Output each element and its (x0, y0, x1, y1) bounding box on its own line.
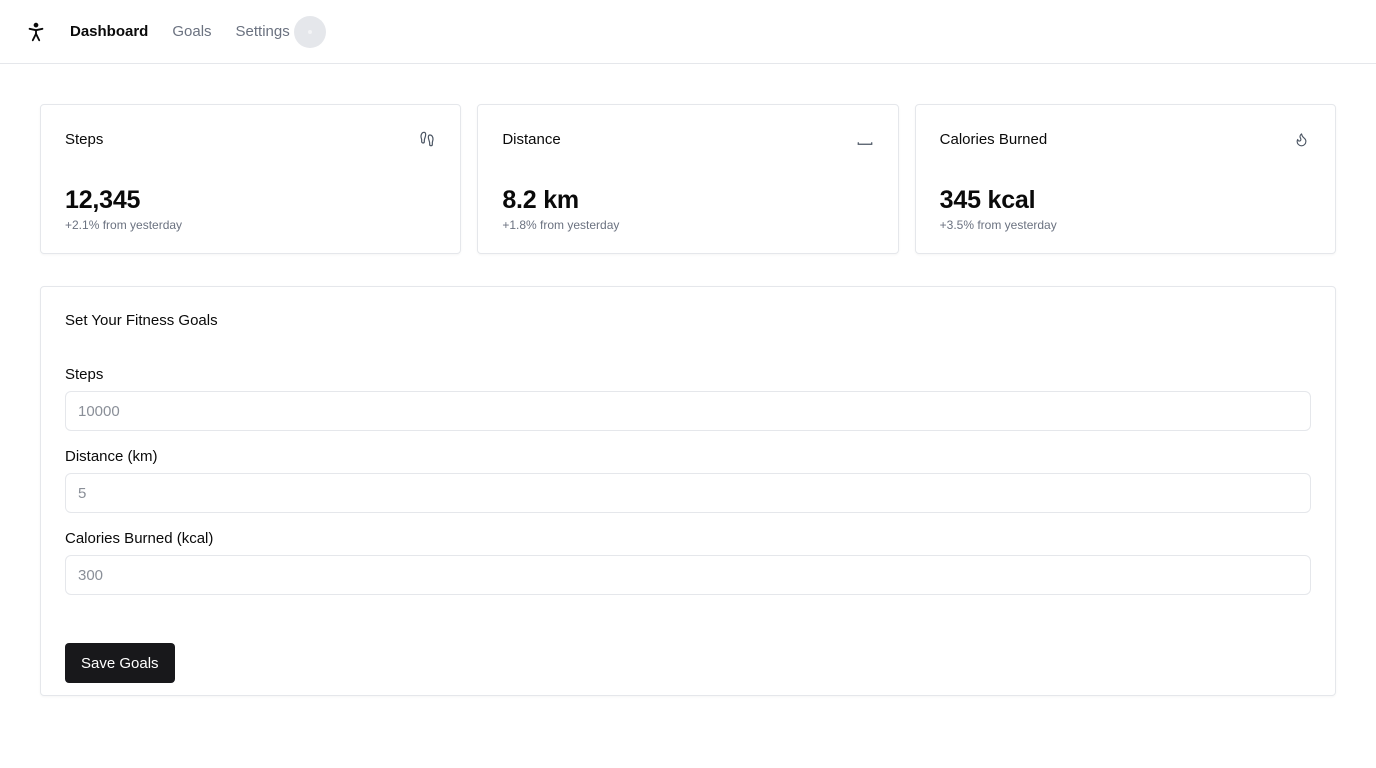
calories-change: +3.5% from yesterday (939, 218, 1057, 232)
nav-dashboard[interactable]: Dashboard (70, 23, 148, 40)
goals-form-title: Set Your Fitness Goals (65, 312, 218, 329)
distance-goal-input[interactable] (65, 473, 1311, 513)
distance-goal-field: Distance (km) (65, 447, 1311, 513)
footprints-icon (418, 130, 436, 148)
nav-settings[interactable]: Settings (236, 23, 290, 40)
steps-change: +2.1% from yesterday (65, 218, 183, 232)
steps-goal-input[interactable] (65, 391, 1311, 431)
calories-value: 345 kcal (939, 186, 1036, 214)
avatar[interactable] (293, 15, 326, 48)
save-goals-button[interactable]: Save Goals (65, 643, 175, 683)
steps-goal-label: Steps (65, 366, 104, 383)
calories-card-title: Calories Burned (939, 130, 1048, 148)
distance-card-title: Distance (502, 130, 561, 148)
steps-card: Steps 12,345 +2.1% from yesterday (40, 104, 462, 254)
flame-icon (1293, 130, 1311, 148)
distance-change: +1.8% from yesterday (502, 218, 620, 232)
calories-goal-field: Calories Burned (kcal) (65, 529, 1311, 595)
steps-goal-field: Steps (65, 365, 1311, 431)
fitness-goals-form: Set Your Fitness Goals Steps Distance (k… (40, 286, 1336, 696)
calories-goal-input[interactable] (65, 555, 1311, 595)
main-nav: Dashboard Goals Settings (70, 15, 326, 48)
nav-goals[interactable]: Goals (172, 23, 211, 40)
steps-value: 12,345 (65, 186, 141, 214)
steps-card-title: Steps (65, 130, 104, 148)
distance-value: 8.2 km (502, 186, 579, 214)
ruler-icon (856, 130, 874, 148)
stats-cards: Steps 12,345 +2.1% from yesterday Distan… (40, 104, 1336, 254)
avatar-placeholder-icon (307, 29, 312, 34)
person-standing-icon[interactable] (24, 20, 48, 44)
top-nav-bar: Dashboard Goals Settings (0, 0, 1376, 64)
distance-goal-label: Distance (km) (65, 448, 158, 465)
main-content: Steps 12,345 +2.1% from yesterday Distan… (0, 64, 1376, 696)
calories-card: Calories Burned 345 kcal +3.5% from yest… (914, 104, 1336, 254)
calories-goal-label: Calories Burned (kcal) (65, 530, 214, 547)
distance-card: Distance 8.2 km +1.8% from yesterday (477, 104, 899, 254)
